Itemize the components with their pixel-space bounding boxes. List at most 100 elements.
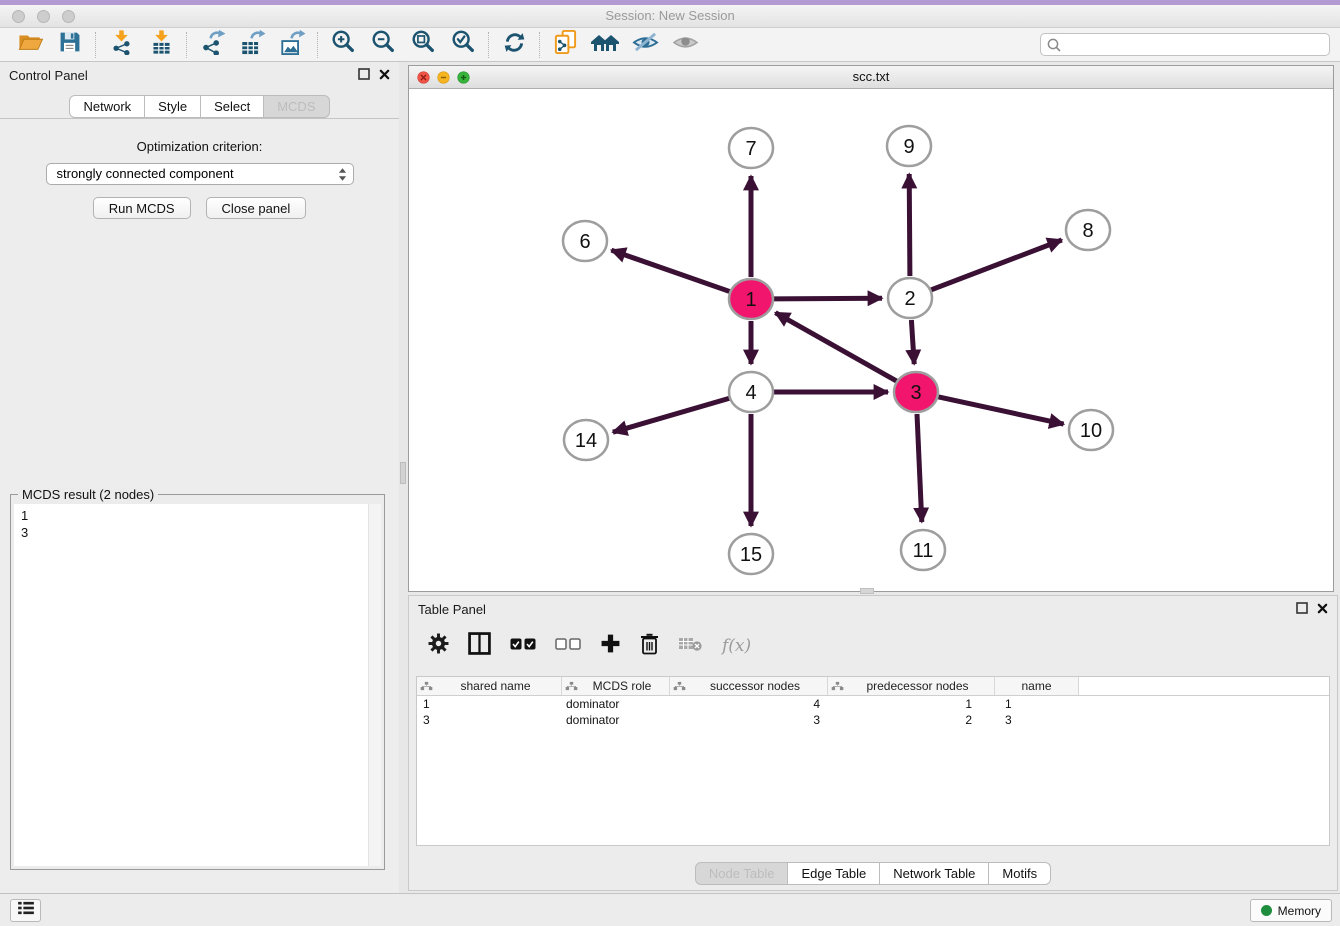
graph-node-15[interactable]: 15 — [729, 534, 773, 574]
function-builder-button[interactable]: f(x) — [722, 636, 751, 656]
tab-edge-table[interactable]: Edge Table — [788, 862, 880, 885]
graph-node-1[interactable]: 1 — [729, 279, 773, 319]
table-cell[interactable]: 1 — [417, 697, 562, 711]
graph-node-10[interactable]: 10 — [1069, 410, 1113, 450]
graph-edge-1-2[interactable] — [773, 298, 882, 299]
window-zoom-button[interactable] — [62, 10, 75, 23]
task-history-button[interactable] — [10, 899, 41, 922]
network-canvas[interactable]: 1 2 3 4 6 7 8 9 10 11 14 15 — [409, 90, 1333, 591]
result-scrollbar[interactable] — [368, 504, 381, 866]
zoom-out-button[interactable] — [363, 30, 403, 60]
graph-edge-1-6[interactable] — [611, 250, 730, 292]
graph-node-label: 1 — [745, 289, 756, 311]
table-cell[interactable]: 3 — [995, 713, 1079, 727]
status-bar: Memory — [0, 893, 1340, 926]
graph-node-2[interactable]: 2 — [888, 278, 932, 318]
graph-node-4[interactable]: 4 — [729, 372, 773, 412]
mcds-result-list[interactable]: 13 — [14, 504, 381, 866]
table-settings-button[interactable] — [428, 633, 449, 659]
graph-node-11[interactable]: 11 — [901, 530, 945, 570]
divider-grip[interactable] — [400, 462, 406, 484]
graph-node-3[interactable]: 3 — [894, 372, 938, 412]
table-cell[interactable]: dominator — [562, 697, 670, 711]
zoom-in-button[interactable] — [323, 30, 363, 60]
network-close-button[interactable] — [417, 71, 430, 89]
table-cell[interactable]: 4 — [670, 697, 828, 711]
horizontal-split-grip[interactable] — [860, 588, 874, 594]
network-maximize-button[interactable] — [457, 71, 470, 89]
delete-table-button[interactable] — [678, 636, 703, 657]
search-input[interactable] — [1040, 33, 1330, 56]
toolbar-separator — [488, 32, 489, 58]
column-header-predecessor-nodes[interactable]: predecessor nodes — [828, 677, 995, 695]
network-minimize-button[interactable] — [437, 71, 450, 89]
delete-columns-button[interactable] — [640, 633, 659, 660]
float-panel-icon[interactable] — [1296, 602, 1308, 617]
select-all-button[interactable] — [510, 637, 536, 655]
table-cell[interactable]: 3 — [417, 713, 562, 727]
run-mcds-button[interactable]: Run MCDS — [93, 197, 191, 219]
hide-selected-button[interactable] — [625, 30, 665, 60]
graph-node-8[interactable]: 8 — [1066, 210, 1110, 250]
import-network-button[interactable] — [101, 30, 141, 60]
tab-network-table[interactable]: Network Table — [880, 862, 989, 885]
table-cell[interactable]: 2 — [828, 713, 995, 727]
open-file-button[interactable] — [10, 30, 50, 60]
memory-button[interactable]: Memory — [1250, 899, 1332, 922]
column-header-MCDS-role[interactable]: MCDS role — [562, 677, 670, 695]
tab-motifs[interactable]: Motifs — [989, 862, 1051, 885]
graph-node-14[interactable]: 14 — [564, 420, 608, 460]
close-panel-icon[interactable] — [1317, 602, 1328, 617]
save-session-button[interactable] — [50, 30, 90, 60]
criterion-select[interactable]: strongly connected component — [46, 163, 354, 185]
table-cell[interactable]: 3 — [670, 713, 828, 727]
graph-edge-3-1[interactable] — [775, 313, 896, 382]
tab-select[interactable]: Select — [201, 95, 264, 118]
export-image-button[interactable] — [272, 30, 312, 60]
table-cell[interactable]: dominator — [562, 713, 670, 727]
graph-edge-2-8[interactable] — [931, 240, 1062, 290]
tab-network[interactable]: Network — [69, 95, 145, 118]
table-cell[interactable]: 1 — [828, 697, 995, 711]
table-row[interactable]: 1dominator411 — [417, 696, 1329, 712]
export-network-button[interactable] — [192, 30, 232, 60]
hierarchy-sort-icon — [420, 681, 433, 691]
vertical-split-divider[interactable] — [399, 62, 408, 893]
graph-edge-3-10[interactable] — [938, 397, 1064, 424]
column-header-successor-nodes[interactable]: successor nodes — [670, 677, 828, 695]
tab-style[interactable]: Style — [145, 95, 201, 118]
show-columns-button[interactable] — [468, 632, 491, 660]
eye-slash-icon — [631, 31, 660, 59]
tab-node-table[interactable]: Node Table — [695, 862, 789, 885]
import-table-icon — [149, 29, 174, 60]
graph-node-7[interactable]: 7 — [729, 128, 773, 168]
window-close-button[interactable] — [12, 10, 25, 23]
column-header-shared-name[interactable]: shared name — [417, 677, 562, 695]
graph-edge-3-11[interactable] — [917, 414, 922, 522]
column-header-name[interactable]: name — [995, 677, 1079, 695]
graph-edge-2-3[interactable] — [911, 320, 914, 364]
close-panel-button[interactable]: Close panel — [206, 197, 307, 219]
zoom-fit-button[interactable] — [403, 30, 443, 60]
table-cell[interactable]: 1 — [995, 697, 1079, 711]
deselect-all-button[interactable] — [555, 637, 581, 655]
zoom-selected-button[interactable] — [443, 30, 483, 60]
import-table-button[interactable] — [141, 30, 181, 60]
tab-mcds[interactable]: MCDS — [264, 95, 329, 118]
update-view-button[interactable] — [494, 30, 534, 60]
clone-network-button[interactable] — [545, 30, 585, 60]
float-panel-icon[interactable] — [358, 68, 370, 83]
export-table-button[interactable] — [232, 30, 272, 60]
first-neighbors-button[interactable] — [585, 30, 625, 60]
table-row[interactable]: 3dominator323 — [417, 712, 1329, 728]
close-panel-icon[interactable] — [379, 68, 390, 83]
window-minimize-button[interactable] — [37, 10, 50, 23]
graph-edge-4-14[interactable] — [613, 398, 730, 432]
graph-node-9[interactable]: 9 — [887, 126, 931, 166]
create-column-button[interactable] — [600, 633, 621, 659]
graph-node-6[interactable]: 6 — [563, 221, 607, 261]
network-window-titlebar[interactable]: scc.txt — [409, 66, 1333, 89]
show-all-button[interactable] — [665, 30, 705, 60]
graph-edge-2-9[interactable] — [909, 174, 910, 276]
control-panel-header: Control Panel — [0, 62, 399, 88]
